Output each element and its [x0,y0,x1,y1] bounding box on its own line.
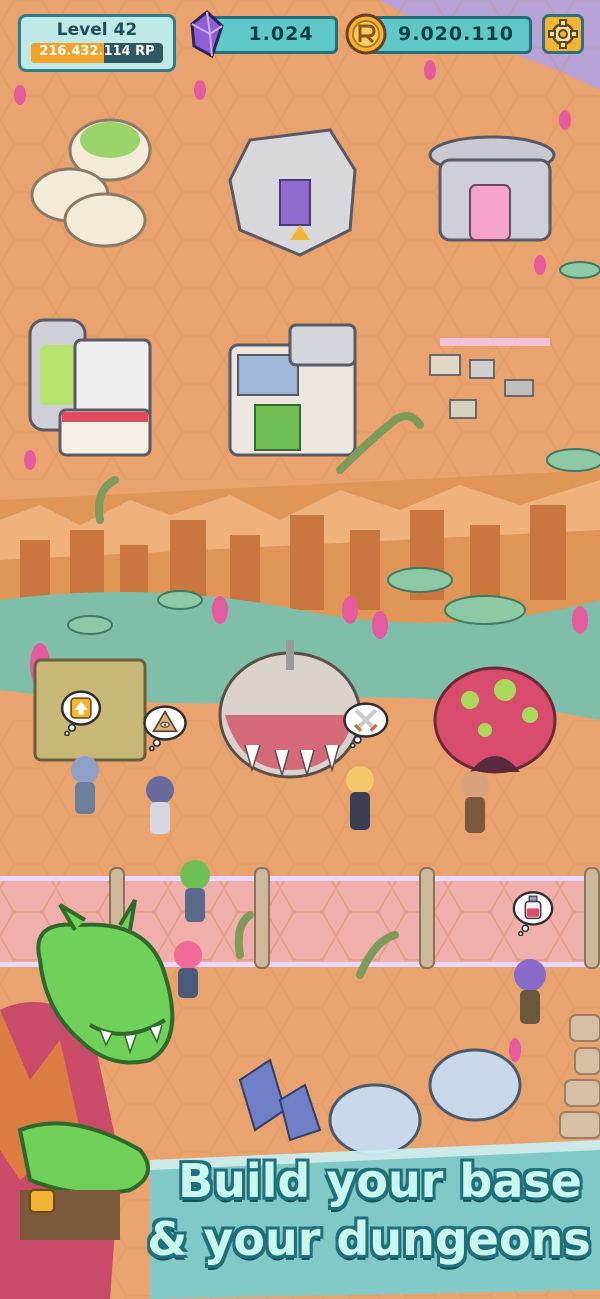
gem-value: 1.024 [248,23,314,45]
level-label: Level 42 [56,20,138,40]
banner-line-2: & your dungeons [147,1212,591,1266]
upgrade-arrow-icon [70,697,92,719]
biohazard-lab[interactable] [228,323,357,457]
thought-bubble-swords[interactable] [340,702,390,748]
gear-icon [548,19,578,49]
clone-lab[interactable] [428,135,556,242]
research-points-value: 216.432.114 RP [39,44,155,59]
gem-counter[interactable]: 1.024 [204,16,338,54]
flesh-hive[interactable] [433,666,557,774]
thought-bubble-potion[interactable] [508,890,558,936]
banner-line-1: Build your base [178,1154,582,1208]
research-points-bar: 216.432.114 RP [31,43,163,63]
promo-banner: Build your base & your dungeons [140,1148,600,1286]
game-world [0,0,600,1299]
villager-bearded[interactable] [461,771,489,833]
purple-crystal-icon [190,10,224,58]
villager-blonde[interactable] [346,766,374,830]
gold-coin-icon [345,13,387,55]
level-panel[interactable]: Level 42 216.432.114 RP [18,14,176,72]
settings-button[interactable] [542,14,584,54]
thought-bubble-upgrade[interactable] [56,690,106,736]
coin-value: 9.020.110 [398,23,514,45]
thought-bubble-pyramid[interactable] [140,705,190,751]
